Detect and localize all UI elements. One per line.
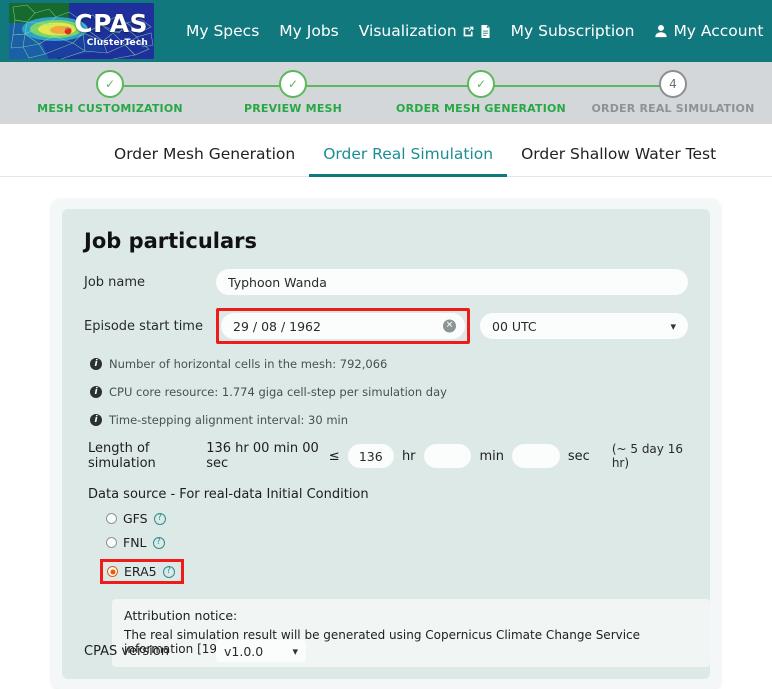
person-icon — [654, 24, 668, 38]
stepper-step-mesh-customization[interactable]: ✓ MESH CUSTOMIZATION — [37, 70, 183, 115]
step-circle-4: 4 — [659, 70, 687, 98]
stepper-step-order-mesh-generation[interactable]: ✓ ORDER MESH GENERATION — [396, 70, 566, 115]
nav-label-my-jobs: My Jobs — [279, 22, 339, 40]
episode-start-time-row: Episode start time 29 / 08 / 1962 ✕ 00 U… — [84, 308, 688, 344]
radio-label-fnl: FNL — [123, 535, 147, 550]
length-sec-unit: sec — [567, 448, 590, 464]
question-mark-icon[interactable]: ? — [162, 565, 175, 578]
step-marker-1: ✓ — [104, 77, 116, 91]
step-label-1: MESH CUSTOMIZATION — [37, 102, 183, 115]
info-text-cpu-resource: CPU core resource: 1.774 giga cell-step … — [109, 385, 447, 399]
clear-circle-icon[interactable]: ✕ — [443, 319, 456, 333]
cpas-logo[interactable]: CPAS ClusterTech — [9, 3, 154, 59]
episode-time-select[interactable]: 00 UTC ▾ — [480, 313, 688, 339]
chevron-down-icon: ▾ — [292, 644, 298, 658]
episode-start-time-label: Episode start time — [84, 318, 203, 334]
stepper-connector-2 — [293, 85, 481, 87]
step-circle-2: ✓ — [279, 70, 307, 98]
episode-date-input[interactable]: 29 / 08 / 1962 ✕ — [221, 313, 465, 339]
nav-label-my-account: My Account — [673, 22, 764, 40]
page-body: Job particulars Job name Episode start t… — [0, 177, 772, 689]
nav-label-my-subscription: My Subscription — [510, 22, 635, 40]
attribution-heading: Attribution notice: — [124, 608, 238, 623]
info-line-mesh-cells: i Number of horizontal cells in the mesh… — [90, 357, 688, 371]
length-note: (~ 5 day 16 hr) — [611, 442, 683, 470]
episode-date-value: 29 / 08 / 1962 — [233, 318, 321, 334]
step-circle-3: ✓ — [467, 70, 495, 98]
stepper-step-order-real-simulation[interactable]: 4 ORDER REAL SIMULATION — [591, 70, 754, 115]
mesh-globe-logo-icon — [9, 3, 154, 59]
radio-era5[interactable] — [107, 566, 118, 577]
length-min-input[interactable] — [423, 444, 472, 468]
radio-row-era5-highlight-box[interactable]: ERA5 ? — [100, 559, 184, 584]
job-name-label: Job name — [84, 274, 146, 290]
info-icon: i — [90, 386, 102, 398]
length-max-text: 136 hr 00 min 00 sec — [206, 441, 319, 471]
stepper-connector-3 — [481, 85, 673, 87]
nav-item-visualization[interactable]: Visualization — [359, 22, 491, 40]
tab-bar: Order Mesh Generation Order Real Simulat… — [0, 124, 772, 177]
length-hr-input[interactable]: 136 — [347, 444, 394, 468]
job-particulars-panel: Job particulars Job name Episode start t… — [62, 209, 710, 679]
radio-gfs[interactable] — [106, 513, 117, 524]
episode-time-value: 00 UTC — [492, 318, 537, 334]
question-mark-icon[interactable]: ? — [152, 536, 165, 549]
radio-row-fnl[interactable]: FNL ? — [106, 535, 688, 550]
radio-row-gfs[interactable]: GFS ? — [106, 511, 688, 526]
page-title: Job particulars — [84, 229, 258, 253]
tab-order-real-simulation[interactable]: Order Real Simulation — [309, 145, 507, 177]
job-particulars-card: Job particulars Job name Episode start t… — [52, 199, 720, 689]
step-label-3: ORDER MESH GENERATION — [396, 102, 566, 115]
tab-order-shallow-water-test[interactable]: Order Shallow Water Test — [507, 145, 730, 176]
question-mark-icon[interactable]: ? — [153, 512, 166, 525]
external-link-icon[interactable] — [462, 25, 475, 38]
info-text-mesh-cells: Number of horizontal cells in the mesh: … — [109, 357, 388, 371]
chevron-down-icon: ▾ — [670, 319, 676, 333]
episode-date-highlight-box: 29 / 08 / 1962 ✕ — [216, 308, 470, 344]
nav-item-my-specs[interactable]: My Specs — [186, 22, 259, 40]
cpas-version-label: CPAS version — [84, 643, 169, 659]
radio-fnl[interactable] — [106, 537, 117, 548]
info-line-cpu-resource: i CPU core resource: 1.774 giga cell-ste… — [90, 385, 688, 399]
nav-links: My Specs My Jobs Visualization My Subscr… — [186, 22, 772, 40]
tab-order-mesh-generation[interactable]: Order Mesh Generation — [100, 145, 309, 176]
nav-item-my-account[interactable]: My Account — [654, 22, 764, 40]
top-navbar: CPAS ClusterTech My Specs My Jobs Visual… — [0, 0, 772, 62]
step-circle-1: ✓ — [96, 70, 124, 98]
step-label-4: ORDER REAL SIMULATION — [591, 102, 755, 115]
nav-item-my-subscription[interactable]: My Subscription — [511, 22, 635, 40]
stepper-connector-1 — [110, 85, 293, 87]
length-min-unit: min — [479, 448, 504, 464]
length-operator: ≤ — [328, 448, 340, 464]
nav-label-my-specs: My Specs — [186, 22, 260, 40]
step-marker-4: 4 — [669, 77, 677, 91]
data-source-title: Data source - For real-data Initial Cond… — [88, 487, 369, 502]
step-marker-2: ✓ — [287, 77, 299, 91]
length-sec-input[interactable] — [511, 444, 560, 468]
stepper-step-preview-mesh[interactable]: ✓ PREVIEW MESH — [244, 70, 342, 115]
nav-label-visualization: Visualization — [358, 22, 457, 40]
radio-label-gfs: GFS — [123, 511, 148, 526]
length-hr-unit: hr — [401, 448, 416, 464]
info-icon: i — [90, 358, 102, 370]
length-of-simulation-row: Length of simulation 136 hr 00 min 00 se… — [88, 441, 688, 471]
radio-label-era5: ERA5 — [124, 564, 157, 579]
progress-stepper: ✓ MESH CUSTOMIZATION ✓ PREVIEW MESH ✓ OR… — [0, 62, 772, 124]
nav-item-my-jobs[interactable]: My Jobs — [279, 22, 338, 40]
cpas-version-select[interactable]: v1.0.0 ▾ — [216, 640, 306, 662]
step-marker-3: ✓ — [475, 77, 487, 91]
info-text-timestep-interval: Time-stepping alignment interval: 30 min — [109, 413, 349, 427]
job-name-input[interactable] — [216, 269, 688, 295]
info-line-timestep-interval: i Time-stepping alignment interval: 30 m… — [90, 413, 688, 427]
step-label-2: PREVIEW MESH — [243, 102, 343, 115]
info-icon: i — [90, 414, 102, 426]
document-icon[interactable] — [480, 24, 491, 38]
length-label: Length of simulation — [88, 441, 156, 471]
job-name-row: Job name — [84, 269, 688, 295]
cpas-version-value: v1.0.0 — [224, 643, 264, 659]
cpas-version-row: CPAS version v1.0.0 ▾ — [84, 640, 306, 662]
